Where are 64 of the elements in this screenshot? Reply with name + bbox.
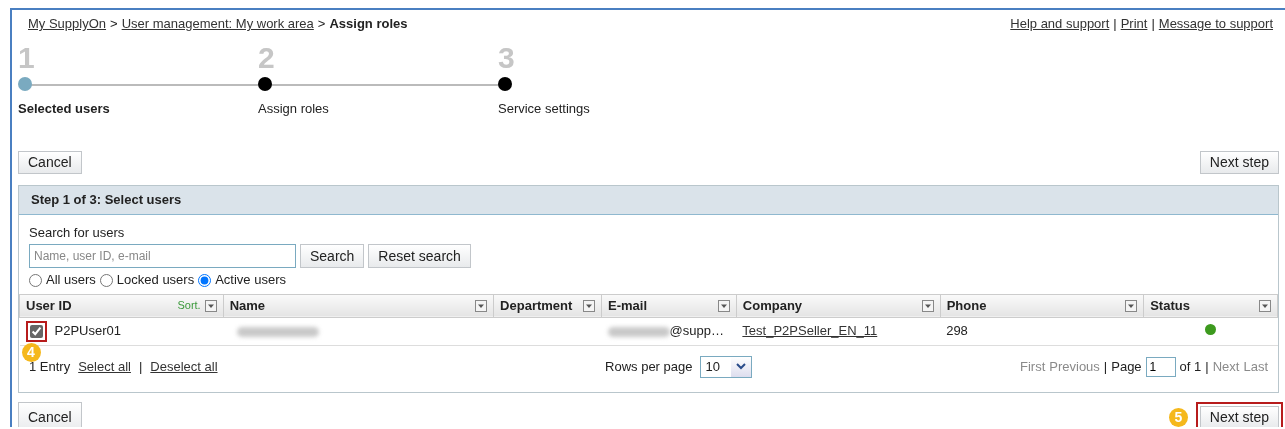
table-cell: 298 [940, 317, 1144, 346]
breadcrumb-link[interactable]: User management: My work area [121, 16, 314, 32]
column-header: Company [742, 297, 803, 314]
pager-text: of 1 [1179, 358, 1202, 375]
step-number: 2 [258, 41, 276, 74]
step-label: Service settings [498, 100, 591, 117]
dropdown-icon[interactable] [475, 299, 488, 312]
link-separator: | [1113, 16, 1117, 32]
dropdown-icon[interactable] [583, 299, 596, 312]
breadcrumb-separator: > [110, 16, 118, 32]
header-link[interactable]: Help and support [1010, 16, 1110, 32]
step-label: Assign roles [258, 100, 330, 117]
radio-label: Locked users [116, 272, 195, 288]
search-button[interactable]: Search [300, 244, 365, 269]
company-link[interactable]: Test_P2PSeller_EN_11 [742, 323, 878, 339]
pager-text: Page [1111, 358, 1142, 375]
dropdown-icon[interactable] [717, 299, 730, 312]
reset-search-button[interactable]: Reset search [368, 244, 471, 269]
sort-label: Sort. [177, 299, 201, 313]
search-field[interactable]: Name, user ID, e-mail [29, 244, 296, 269]
dropdown-icon[interactable] [1259, 299, 1271, 312]
next-step-button[interactable]: Next step [1199, 405, 1279, 427]
cancel-button[interactable]: Cancel [18, 401, 82, 427]
panel-header: Step 1 of 3: Select users [19, 186, 1278, 215]
pager-text: | [1205, 358, 1209, 375]
caret-icon[interactable] [736, 363, 747, 371]
step-number: 1 [18, 41, 36, 74]
dropdown-icon[interactable] [1125, 299, 1138, 312]
deselect-all-link[interactable]: Deselect all [150, 358, 218, 375]
radio-label: Active users [215, 272, 286, 288]
radio-button[interactable] [29, 273, 42, 287]
step-number: 3 [498, 41, 516, 74]
column-header: Name [229, 297, 266, 314]
breadcrumb-separator: > [317, 16, 326, 32]
header-link[interactable]: Message to support [1158, 16, 1273, 32]
column-header: Status [1150, 297, 1190, 314]
rows-per-page-label: Rows per page [605, 358, 693, 375]
dropdown-icon[interactable] [204, 299, 217, 312]
annotation-badge: 5 [1168, 407, 1188, 427]
annotation-badge: 4 [21, 342, 41, 362]
step-label: Selected users [18, 100, 111, 117]
column-header: E-mail [608, 297, 648, 314]
column-header: Department [500, 297, 573, 314]
rows-per-page-select[interactable]: 10 [700, 355, 753, 378]
select-all-link[interactable]: Select all [78, 358, 131, 375]
column-header: User ID [26, 297, 72, 314]
breadcrumb-link[interactable]: My SupplyOn [28, 16, 107, 32]
header-link[interactable]: Print [1120, 16, 1148, 32]
cancel-button[interactable]: Cancel [18, 151, 82, 175]
current-page: Assign roles [329, 16, 408, 32]
radio-label: All users [46, 272, 96, 288]
link-separator: | [138, 358, 143, 375]
blurred-text [607, 326, 670, 337]
table-cell: P2PUser01 [54, 323, 121, 339]
page-field[interactable]: 1 [1145, 356, 1176, 377]
radio-button[interactable] [198, 273, 212, 287]
link-separator: | [1151, 16, 1155, 32]
pager-text: | [1103, 358, 1108, 375]
next-step-button[interactable]: Next step [1199, 151, 1279, 175]
radio-button[interactable] [99, 273, 113, 287]
column-header: Phone [946, 297, 987, 314]
search-label: Search for users [29, 224, 126, 241]
table-cell: @supp… [669, 323, 724, 339]
dropdown-icon[interactable] [921, 299, 934, 312]
